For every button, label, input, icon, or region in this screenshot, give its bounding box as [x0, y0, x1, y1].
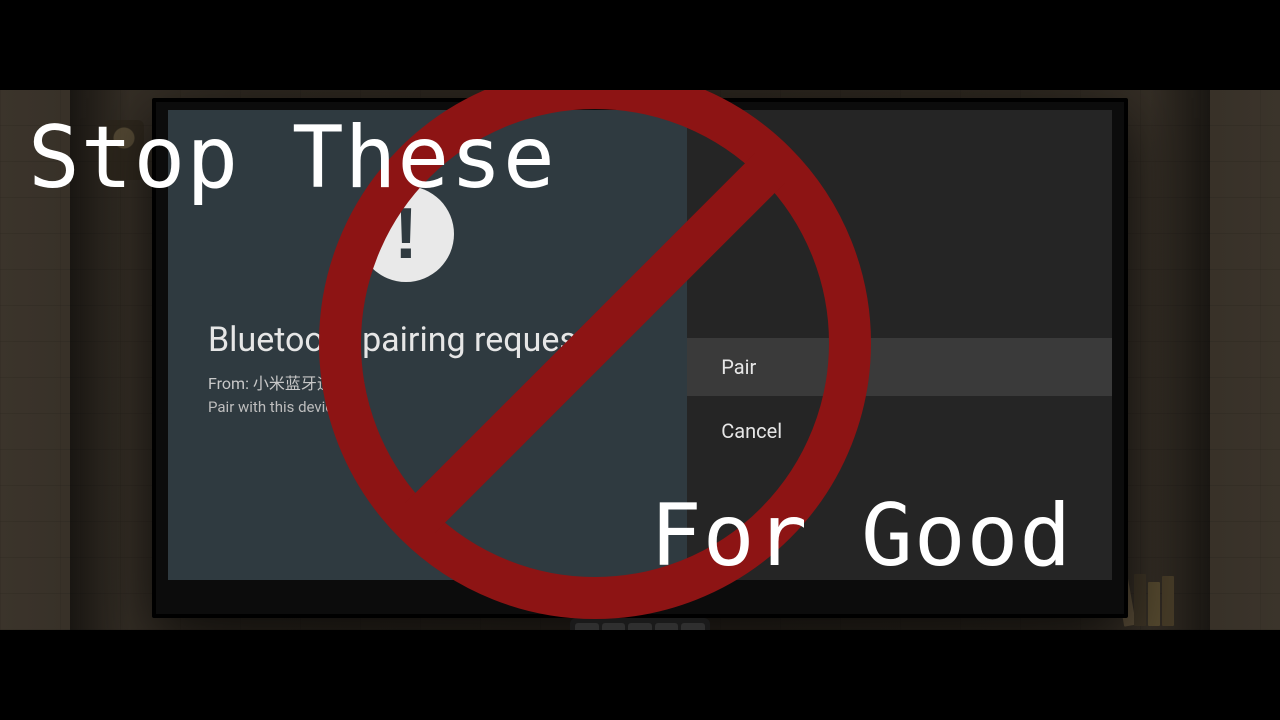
cancel-button[interactable]: Cancel: [687, 402, 1112, 460]
pair-label: Pair: [721, 355, 756, 379]
bookshelf-decor: [1120, 566, 1240, 626]
overlay-text-bottom: For Good: [650, 486, 1072, 586]
from-label: From:: [208, 374, 249, 393]
overlay-text-top: Stop These: [28, 108, 556, 208]
from-device-name: 小米蓝牙遥控器: [253, 374, 365, 393]
dialog-title: Bluetooth pairing request: [208, 320, 647, 360]
dialog-question: Pair with this device?: [208, 398, 647, 416]
letterbox-bottom: [0, 630, 1280, 720]
dialog-from-line: From: 小米蓝牙遥控器: [208, 370, 647, 394]
pair-button[interactable]: Pair: [687, 338, 1112, 396]
cancel-label: Cancel: [721, 419, 782, 443]
letterbox-top: [0, 0, 1280, 90]
thumbnail-frame: ! Bluetooth pairing request From: 小米蓝牙遥控…: [0, 0, 1280, 720]
